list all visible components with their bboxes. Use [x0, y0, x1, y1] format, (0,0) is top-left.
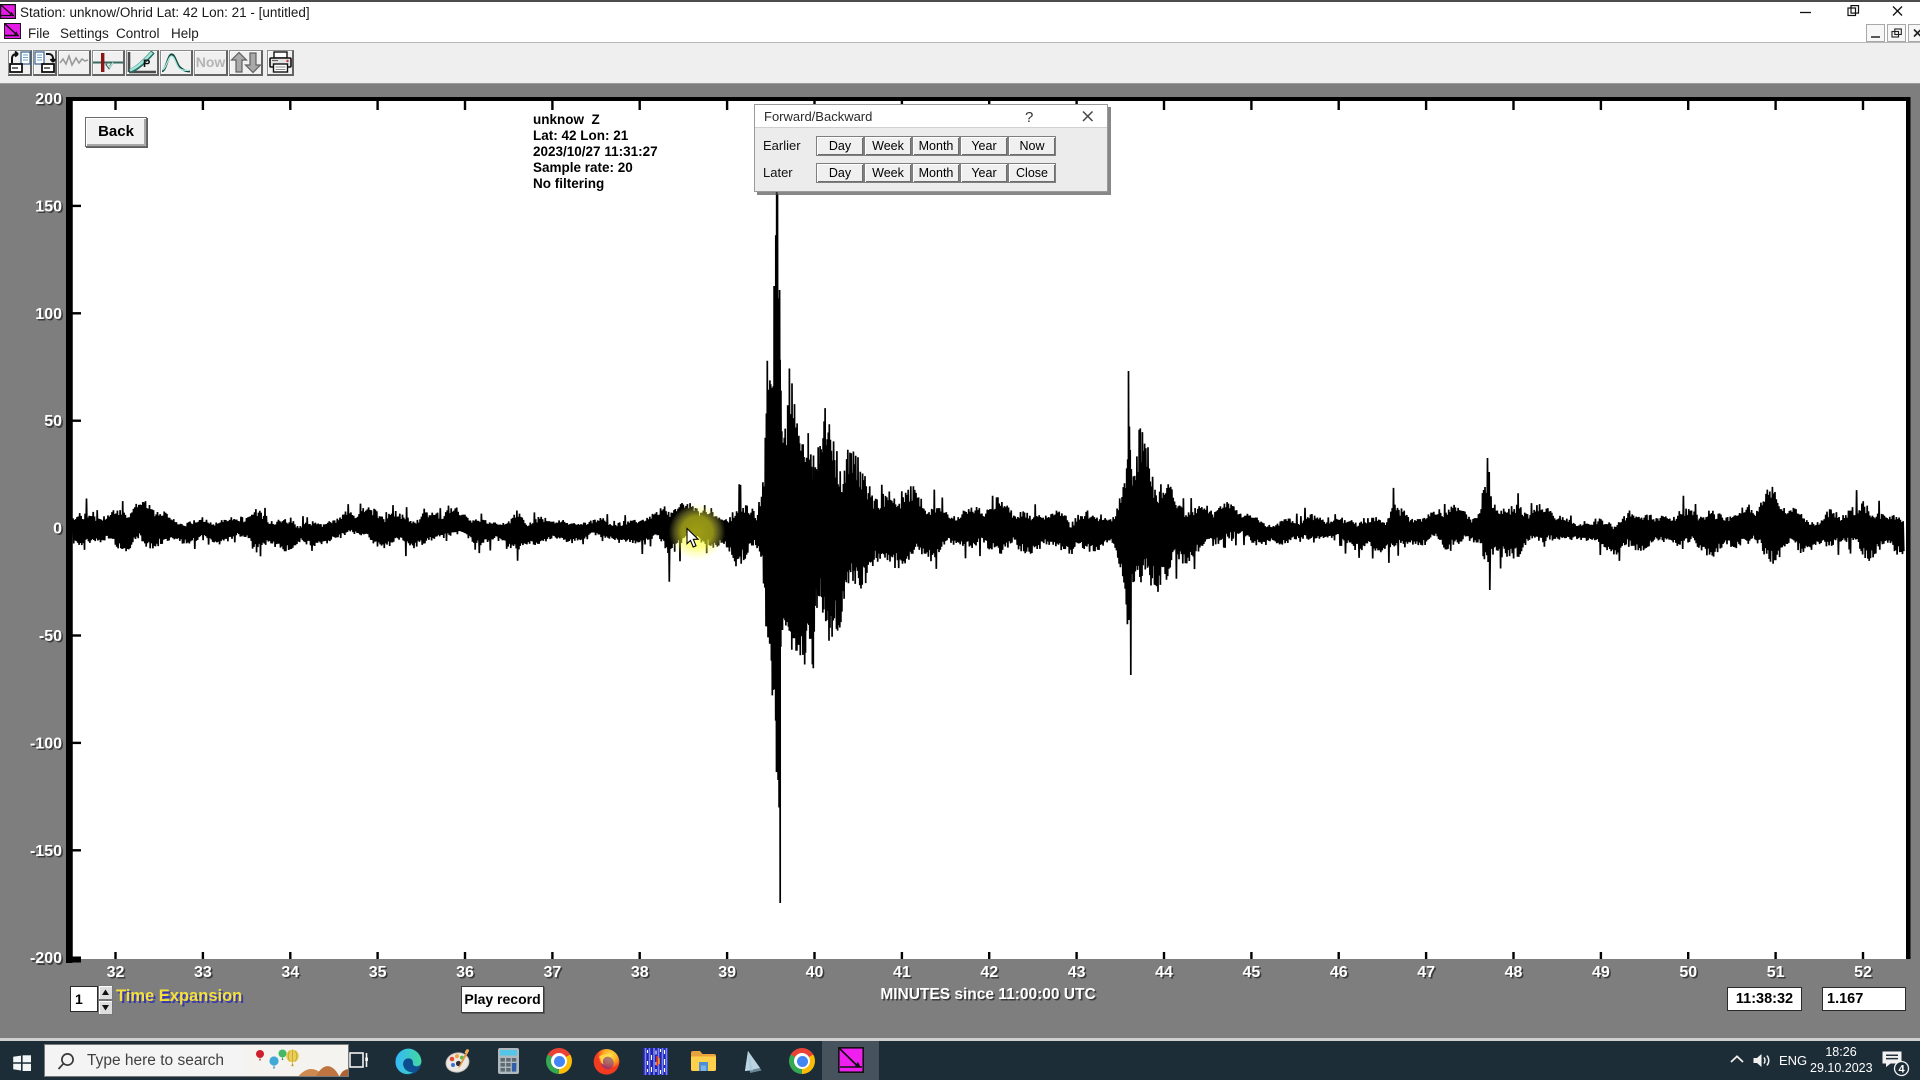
- svg-text:-200: -200: [30, 950, 62, 967]
- svg-text:50: 50: [44, 413, 62, 430]
- svg-text:?: ?: [1025, 109, 1033, 126]
- svg-text:49: 49: [1592, 964, 1610, 981]
- svg-text:200: 200: [35, 91, 62, 108]
- svg-text:36: 36: [456, 964, 474, 981]
- svg-text:39: 39: [718, 964, 736, 981]
- svg-text:P: P: [143, 58, 150, 70]
- svg-text:40: 40: [806, 964, 824, 981]
- svg-text:-50: -50: [39, 628, 62, 645]
- svg-text:43: 43: [1068, 964, 1086, 981]
- svg-text:150: 150: [35, 198, 62, 215]
- svg-text:50: 50: [1679, 964, 1697, 981]
- svg-text:47: 47: [1417, 964, 1435, 981]
- svg-text:34: 34: [281, 964, 299, 981]
- svg-text:41: 41: [893, 964, 911, 981]
- svg-text:32: 32: [107, 964, 125, 981]
- svg-text:MINUTES since 11:00:00 UTC: MINUTES since 11:00:00 UTC: [880, 986, 1095, 1003]
- svg-text:37: 37: [543, 964, 561, 981]
- svg-text:100: 100: [35, 306, 62, 323]
- svg-text:-150: -150: [30, 843, 62, 860]
- svg-text:52: 52: [1854, 964, 1872, 981]
- svg-text:46: 46: [1330, 964, 1348, 981]
- svg-text:38: 38: [631, 964, 649, 981]
- svg-text:48: 48: [1505, 964, 1523, 981]
- svg-text:45: 45: [1242, 964, 1260, 981]
- svg-text:4: 4: [1898, 1064, 1905, 1076]
- svg-text:33: 33: [194, 964, 212, 981]
- svg-text:35: 35: [369, 964, 387, 981]
- svg-text:44: 44: [1155, 964, 1173, 981]
- svg-text:0: 0: [53, 521, 62, 538]
- svg-text:-100: -100: [30, 735, 62, 752]
- svg-text:51: 51: [1767, 964, 1785, 981]
- svg-text:42: 42: [980, 964, 998, 981]
